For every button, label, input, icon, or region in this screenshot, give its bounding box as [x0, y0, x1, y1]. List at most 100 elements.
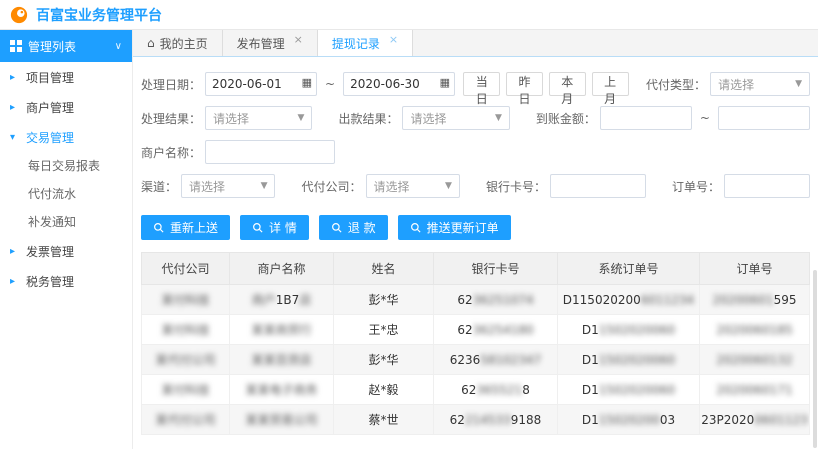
date-to-wrap: ▦ — [343, 72, 455, 96]
date-from-input[interactable] — [205, 72, 317, 96]
push-update-button[interactable]: 推送更新订单 — [398, 215, 511, 240]
cell-merchant: 某某电子商务 — [230, 375, 334, 405]
close-icon[interactable]: × — [389, 33, 398, 46]
quick-range-button[interactable]: 当日 — [463, 72, 500, 96]
column-header: 订单号 — [700, 253, 810, 285]
cell-sys: D11502020060 — [558, 375, 700, 405]
search-icon — [153, 222, 165, 234]
action-button-label: 重新上送 — [170, 219, 218, 236]
sidebar-subitem[interactable]: 补发通知 — [0, 208, 132, 236]
search-icon — [252, 222, 264, 234]
cell-order: 2020060171 — [700, 375, 810, 405]
cell-merchant: 某某商贸行 — [230, 315, 334, 345]
sidebar-item[interactable]: ▸商户管理 — [0, 92, 132, 122]
app-window: 百富宝业务管理平台 管理列表 ∨ ▸项目管理▸商户管理▾交易管理每日交易报表代付… — [0, 0, 818, 450]
order-number-input[interactable] — [724, 174, 810, 198]
cell-card: 623658102347 — [434, 345, 558, 375]
payout-select[interactable]: 请选择 ▼ — [402, 106, 509, 130]
paytype-select[interactable]: 请选择 ▼ — [710, 72, 810, 96]
cell-merchant: 商户1B7店 — [230, 285, 334, 315]
channel-select[interactable]: 请选择 ▼ — [181, 174, 275, 198]
table-header-row: 代付公司商户名称姓名银行卡号系统订单号订单号 — [142, 253, 810, 285]
sidebar-item[interactable]: ▸项目管理 — [0, 62, 132, 92]
cell-order: 2020060132 — [700, 345, 810, 375]
sidebar-item-label: 交易管理 — [26, 129, 74, 146]
table-row[interactable]: 某付科技某某商贸行王*忠6236254180D11502020060202006… — [142, 315, 810, 345]
records-table: 代付公司商户名称姓名银行卡号系统订单号订单号 某付科技商户1B7店彭*华6236… — [141, 252, 810, 435]
cell-name: 蔡*世 — [334, 405, 434, 435]
sidebar-title: 管理列表 — [28, 38, 76, 55]
column-header: 代付公司 — [142, 253, 230, 285]
order-label: 订单号： — [672, 178, 720, 195]
cell-order: 2020060185 — [700, 315, 810, 345]
tab[interactable]: 提现记录 × — [318, 30, 413, 56]
cell-sys: D1150202006011234 — [558, 285, 700, 315]
company-label: 代付公司： — [301, 178, 361, 195]
tab[interactable]: 发布管理 × — [223, 30, 318, 56]
cell-sys: D11502020003 — [558, 405, 700, 435]
chevron-down-icon: ▼ — [495, 113, 502, 123]
resend-button[interactable]: 重新上送 — [141, 215, 230, 240]
cell-company: 某付科技 — [142, 375, 230, 405]
action-button-label: 退 款 — [348, 219, 376, 236]
column-header: 商户名称 — [230, 253, 334, 285]
amount-to-input[interactable] — [718, 106, 810, 130]
company-select[interactable]: 请选择 ▼ — [366, 174, 460, 198]
amount-from-input[interactable] — [600, 106, 692, 130]
sidebar: 管理列表 ∨ ▸项目管理▸商户管理▾交易管理每日交易报表代付流水补发通知▸发票管… — [0, 30, 133, 449]
cell-name: 彭*华 — [334, 345, 434, 375]
cell-name: 赵*毅 — [334, 375, 434, 405]
date-label: 处理日期： — [141, 76, 201, 93]
card-number-input[interactable] — [550, 174, 646, 198]
vertical-scrollbar[interactable] — [813, 270, 817, 448]
tab-bar: ⌂我的主页发布管理 × 提现记录 × — [133, 30, 818, 57]
merchant-name-input[interactable] — [205, 140, 335, 164]
sidebar-subitem[interactable]: 代付流水 — [0, 180, 132, 208]
sidebar-subitem[interactable]: 每日交易报表 — [0, 152, 132, 180]
sidebar-item[interactable]: ▸发票管理 — [0, 236, 132, 266]
refund-button[interactable]: 退 款 — [319, 215, 388, 240]
date-from-wrap: ▦ — [205, 72, 317, 96]
calendar-icon[interactable]: ▦ — [302, 76, 312, 89]
cell-merchant: 某某贸易公司 — [230, 405, 334, 435]
search-icon — [410, 222, 422, 234]
close-icon[interactable]: × — [294, 33, 303, 46]
amount-range-separator: ~ — [700, 111, 710, 125]
tab-label: 发布管理 — [237, 35, 285, 52]
sidebar-menu: ▸项目管理▸商户管理▾交易管理每日交易报表代付流水补发通知▸发票管理▸税务管理 — [0, 62, 132, 296]
tab-label: 我的主页 — [160, 35, 208, 52]
tab-label: 提现记录 — [332, 35, 380, 52]
calendar-icon[interactable]: ▦ — [440, 76, 450, 89]
card-label: 银行卡号： — [486, 178, 546, 195]
cell-card: 6236254180 — [434, 315, 558, 345]
sidebar-item[interactable]: ▾交易管理 — [0, 122, 132, 152]
filter-row-2: 处理结果： 请选择 ▼ 出款结果： 请选择 ▼ 到账金额： ~ — [141, 105, 810, 131]
cell-order: 23P20200601123 — [700, 405, 810, 435]
payout-label: 出款结果： — [338, 110, 398, 127]
grid-icon — [10, 40, 22, 52]
cell-company: 某付科技 — [142, 315, 230, 345]
tab[interactable]: ⌂我的主页 — [133, 30, 223, 56]
column-header: 银行卡号 — [434, 253, 558, 285]
quick-range-button[interactable]: 上月 — [592, 72, 629, 96]
table-row[interactable]: 某代付公司某某贸易公司蔡*世622145339188D1150202000323… — [142, 405, 810, 435]
detail-button[interactable]: 详 情 — [240, 215, 309, 240]
table-row[interactable]: 某代付公司某某百货店彭*华623658102347D11502020060202… — [142, 345, 810, 375]
cell-name: 王*忠 — [334, 315, 434, 345]
cell-company: 某代付公司 — [142, 405, 230, 435]
table-row[interactable]: 某付科技某某电子商务赵*毅623655218D11502020060202006… — [142, 375, 810, 405]
main-area: ⌂我的主页发布管理 × 提现记录 × 处理日期： ▦ ~ ▦ 当日昨日本月上月 — [133, 30, 818, 449]
quick-range-button[interactable]: 本月 — [549, 72, 586, 96]
result-select[interactable]: 请选择 ▼ — [205, 106, 312, 130]
sidebar-item-label: 商户管理 — [26, 99, 74, 116]
sidebar-header[interactable]: 管理列表 ∨ — [0, 30, 132, 62]
date-to-input[interactable] — [343, 72, 455, 96]
table-row[interactable]: 某付科技商户1B7店彭*华6236251074D1150202006011234… — [142, 285, 810, 315]
cell-order: 20200601595 — [700, 285, 810, 315]
cell-company: 某代付公司 — [142, 345, 230, 375]
content-panel: 处理日期： ▦ ~ ▦ 当日昨日本月上月 代付类型： 请选择 — [133, 57, 818, 449]
quick-range-button[interactable]: 昨日 — [506, 72, 543, 96]
sidebar-item[interactable]: ▸税务管理 — [0, 266, 132, 296]
chevron-up-icon: ∨ — [115, 41, 122, 52]
search-icon — [331, 222, 343, 234]
